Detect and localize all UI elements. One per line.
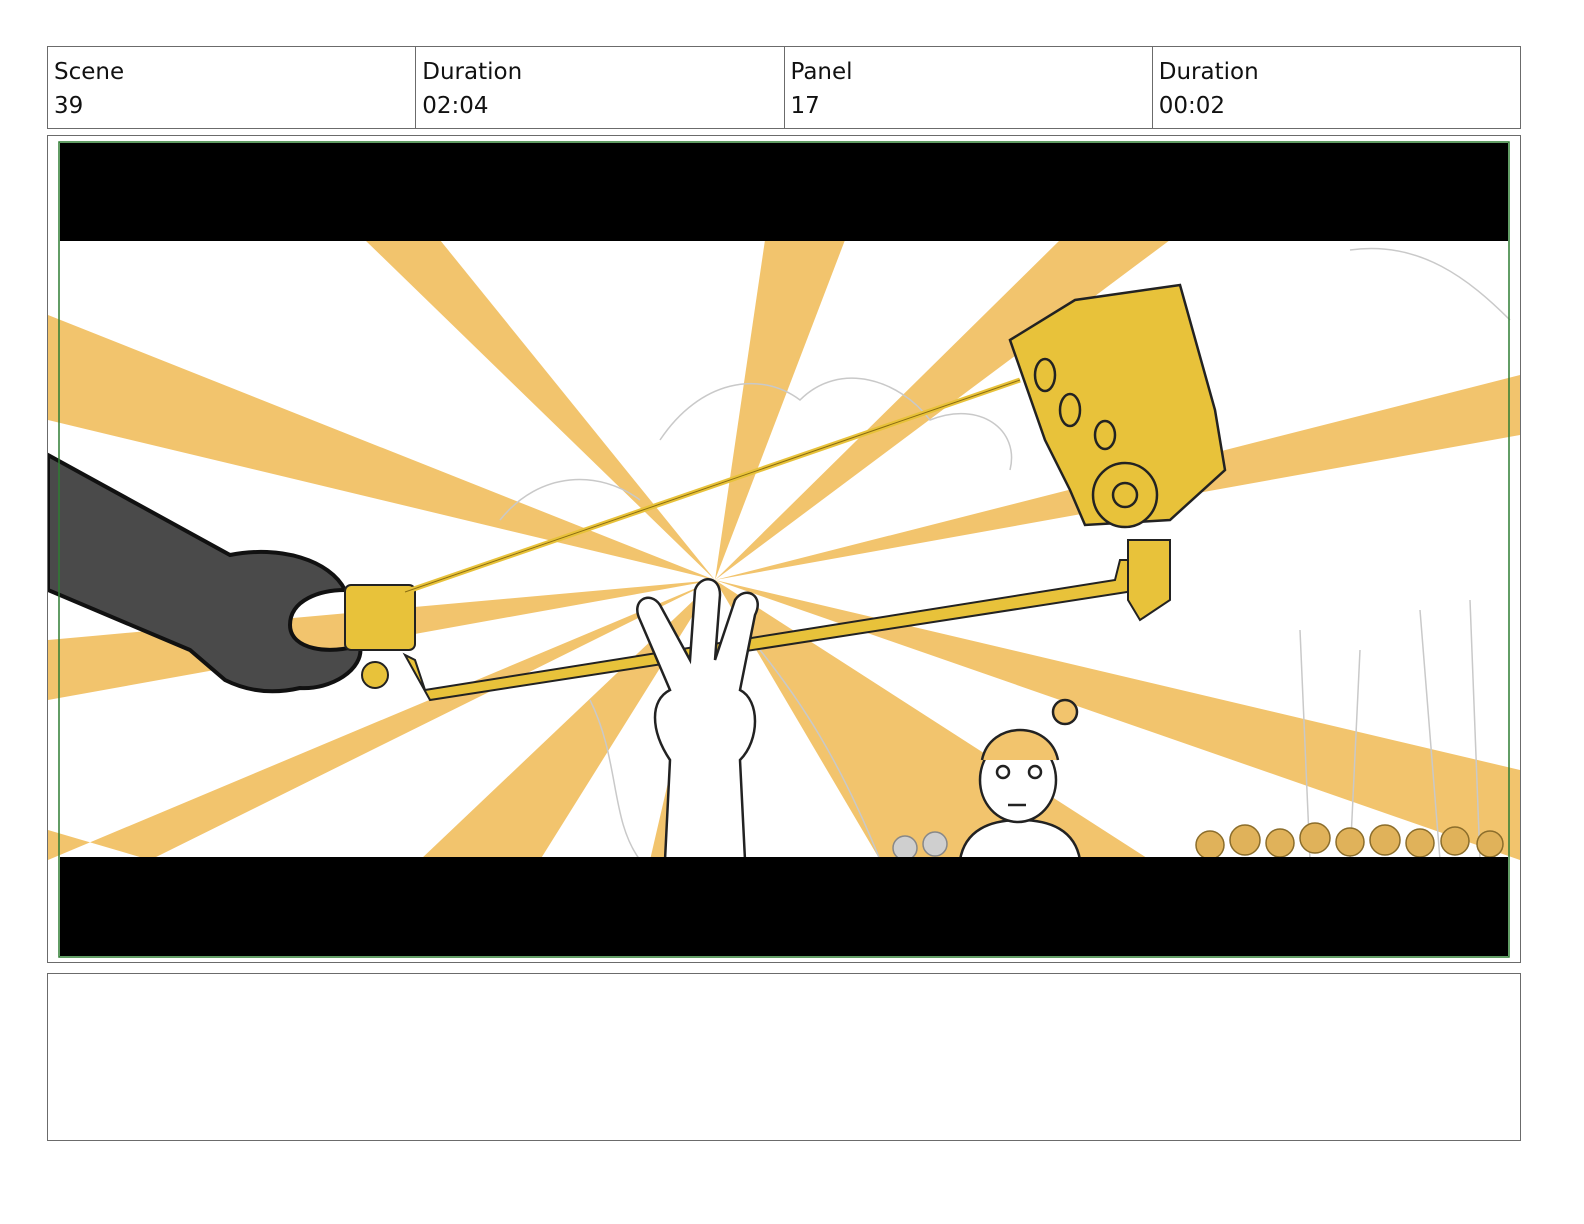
panel-notes — [47, 973, 1521, 1141]
scene-duration-label: Duration — [422, 59, 523, 85]
letterbox-bottom — [60, 857, 1508, 956]
scene-duration-value: 02:04 — [422, 93, 489, 119]
scene-label: Scene — [54, 59, 125, 85]
storyboard-drawing-icon — [48, 136, 1520, 962]
panel-cell: Panel 17 — [785, 47, 1153, 128]
panel-duration-label: Duration — [1158, 59, 1259, 85]
storyboard-panel-image — [47, 135, 1521, 963]
panel-number: 17 — [790, 93, 820, 119]
panel-duration-cell: Duration 00:02 — [1153, 47, 1520, 128]
panel-duration-value: 00:02 — [1158, 93, 1226, 119]
scene-duration-cell: Duration 02:04 — [416, 47, 785, 128]
panel-label: Panel — [790, 59, 853, 85]
panel-info-header: Scene 39 Duration 02:04 Panel 17 Duratio… — [47, 46, 1521, 129]
scene-number: 39 — [54, 93, 84, 119]
scene-cell: Scene 39 — [48, 47, 417, 128]
letterbox-top — [60, 143, 1508, 241]
